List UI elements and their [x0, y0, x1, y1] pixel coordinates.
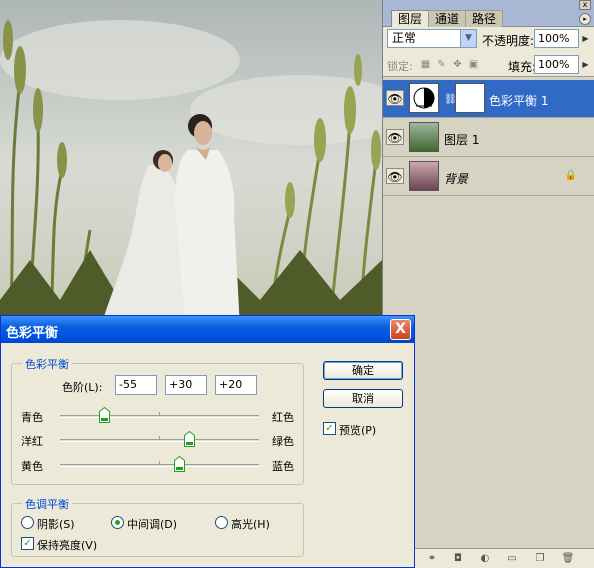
radio-highlights[interactable]	[215, 516, 228, 529]
fill-label: 填充:	[508, 60, 537, 74]
blend-mode-select[interactable]: 正常 ▼	[387, 29, 477, 48]
slider-right-label: 蓝色	[272, 460, 294, 473]
cancel-button[interactable]: 取消	[323, 389, 403, 408]
tab-channels[interactable]: 通道	[428, 10, 467, 27]
slider-track-magenta-green[interactable]	[60, 431, 259, 447]
layer-mask-thumb[interactable]	[455, 83, 485, 113]
color-balance-dialog: 色彩平衡 X 色彩平衡 色阶(L): -55 +30 +20 青色 红色 洋红 …	[0, 315, 415, 568]
preview-label[interactable]: 预览(P)	[339, 422, 376, 438]
radio-highlights-label[interactable]: 高光(H)	[231, 516, 270, 532]
blend-mode-value: 正常	[392, 31, 417, 45]
slider-left-label: 青色	[21, 411, 43, 424]
layer-name: 图层 1	[444, 133, 480, 147]
preserve-luminosity-checkbox[interactable]: ✓	[21, 537, 34, 550]
fill-input[interactable]: 100%	[534, 55, 579, 74]
radio-midtones[interactable]	[111, 516, 124, 529]
slider-track-yellow-blue[interactable]	[60, 456, 259, 472]
tab-paths[interactable]: 路径	[465, 10, 504, 27]
layer-row-layer1[interactable]: 👁 图层 1	[383, 119, 594, 157]
preserve-luminosity-label[interactable]: 保持亮度(V)	[37, 537, 97, 553]
slider-center-tick	[159, 436, 160, 439]
slider-right-label: 绿色	[272, 435, 294, 448]
levels-label: 色阶(L):	[62, 381, 103, 394]
slider-center-tick	[159, 412, 160, 415]
lock-fill-row: 锁定: ▦ ✎ ✥ ▣ 填充: 100% ▶	[383, 51, 594, 77]
lock-transparent-icon[interactable]: ▦	[420, 59, 431, 70]
layer-name: 背景	[444, 172, 469, 186]
layer-row-background[interactable]: 👁 背景 🔒	[383, 158, 594, 196]
layer-row-color-balance[interactable]: 👁 ⛓ 色彩平衡 1	[383, 80, 594, 118]
slider-left-label: 洋红	[21, 435, 43, 448]
panel-close-button[interactable]: x	[579, 0, 591, 10]
panel-menu-button[interactable]: ▸	[579, 13, 591, 25]
fill-arrow-icon[interactable]: ▶	[579, 56, 592, 73]
lock-all-icon[interactable]: ▣	[468, 59, 479, 70]
chevron-down-icon: ▼	[460, 30, 476, 47]
slider-thumb[interactable]	[99, 407, 111, 423]
level-input-magenta-green[interactable]: +30	[165, 375, 207, 395]
layer-thumbnail	[409, 122, 439, 152]
lock-label: 锁定:	[387, 60, 413, 73]
layer-thumbnail	[409, 161, 439, 191]
slider-center-tick	[159, 461, 160, 464]
dialog-title: 色彩平衡	[6, 326, 59, 341]
dialog-titlebar[interactable]: 色彩平衡 X	[1, 316, 414, 343]
visibility-eye-icon[interactable]: 👁	[386, 168, 404, 184]
lock-brush-icon[interactable]: ✎	[436, 59, 447, 70]
slider-left-label: 黄色	[21, 460, 43, 473]
slider-track-cyan-red[interactable]	[60, 407, 259, 423]
opacity-arrow-icon[interactable]: ▶	[579, 30, 592, 47]
lock-move-icon[interactable]: ✥	[452, 59, 463, 70]
blend-opacity-row: 正常 ▼ 不透明度: 100% ▶	[383, 27, 594, 51]
adjustment-layer-icon[interactable]: ◐	[478, 552, 492, 566]
photo-couple-wheat-field	[0, 0, 382, 330]
slider-thumb[interactable]	[183, 431, 195, 447]
panel-tabbar: 图层 通道 路径 x ▸	[383, 0, 594, 27]
close-button[interactable]: X	[390, 319, 411, 340]
opacity-input[interactable]: 100%	[534, 29, 579, 48]
group-title: 色调平衡	[22, 496, 72, 512]
visibility-eye-icon[interactable]: 👁	[386, 129, 404, 145]
link-layers-icon[interactable]: ⚭	[425, 552, 439, 566]
ok-button[interactable]: 确定	[323, 361, 403, 380]
tab-layers[interactable]: 图层	[391, 10, 430, 27]
visibility-eye-icon[interactable]: 👁	[386, 90, 404, 106]
image-canvas[interactable]	[0, 0, 382, 330]
radio-midtones-label[interactable]: 中间调(D)	[127, 516, 177, 532]
lock-icon: 🔒	[564, 170, 577, 181]
trash-icon[interactable]: 🗑	[561, 552, 575, 566]
new-layer-icon[interactable]: ❐	[533, 552, 547, 566]
slider-thumb[interactable]	[173, 456, 185, 472]
opacity-label: 不透明度:	[482, 34, 535, 48]
radio-shadows[interactable]	[21, 516, 34, 529]
level-input-yellow-blue[interactable]: +20	[215, 375, 257, 395]
level-input-cyan-red[interactable]: -55	[115, 375, 157, 395]
preview-checkbox[interactable]: ✓	[323, 422, 336, 435]
layer-name: 色彩平衡 1	[489, 94, 549, 108]
radio-shadows-label[interactable]: 阴影(S)	[37, 516, 75, 532]
slider-right-label: 红色	[272, 411, 294, 424]
adjustment-layer-icon	[409, 83, 439, 113]
add-mask-icon[interactable]: ◘	[451, 552, 465, 566]
folder-icon[interactable]: ▭	[505, 552, 519, 566]
group-title: 色彩平衡	[22, 356, 72, 372]
